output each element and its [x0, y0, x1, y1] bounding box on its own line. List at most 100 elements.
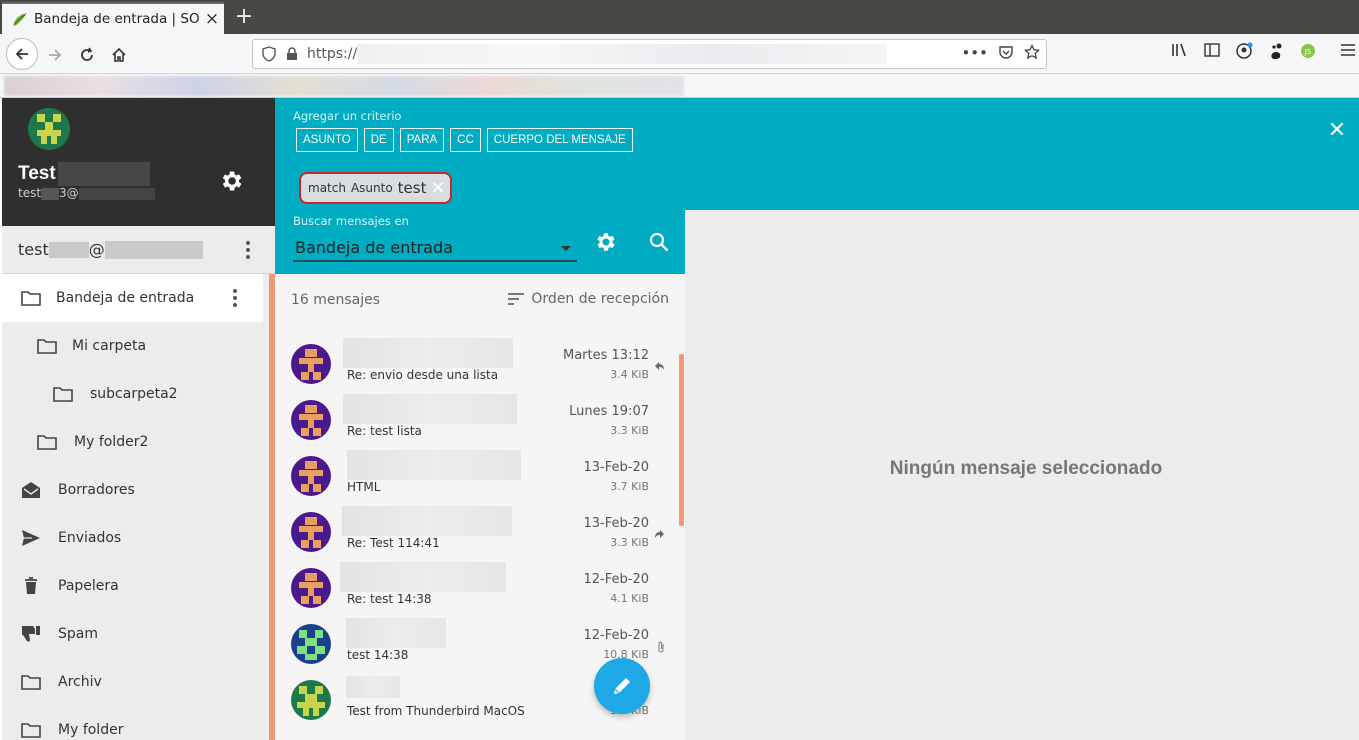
message-count: 16 mensajes [291, 292, 381, 308]
dropdown-caret-icon [561, 246, 571, 251]
browser-nav-bar: https:// ••• JS [0, 34, 1359, 74]
message-size: 3.3 KiB [610, 536, 649, 549]
criterion-body-button[interactable]: CUERPO DEL MENSAJE [486, 128, 633, 152]
sender-redacted [343, 394, 517, 424]
forward-icon [654, 529, 665, 542]
back-arrow-icon [15, 48, 28, 60]
sender-redacted [346, 618, 446, 648]
bookmark-star-icon[interactable] [1024, 44, 1040, 60]
folder-icon [36, 335, 58, 357]
message-subject: test 14:38 [347, 648, 409, 662]
tab-close-icon[interactable]: × [200, 9, 224, 29]
redacted-block [48, 241, 89, 258]
sidebar: Test test 3@ test @ Bandeja de entrada Mi … [2, 98, 275, 740]
avatar [291, 624, 331, 664]
sidebar-item-subcarpeta2[interactable]: subcarpeta2 [2, 370, 263, 418]
drafts-icon [20, 479, 42, 501]
redacted-block [78, 187, 155, 200]
url-bar[interactable]: https:// ••• [252, 39, 1047, 69]
compose-button[interactable] [594, 658, 650, 714]
hamburger-menu-icon[interactable] [1336, 42, 1359, 62]
profile-email-prefix: test [18, 186, 42, 200]
close-search-icon[interactable]: ✕ [1325, 118, 1349, 143]
search-folder-select[interactable]: Bandeja de entrada [293, 234, 577, 262]
table-row[interactable]: Re: Test 114:41 13-Feb-20 3.3 KiB [275, 498, 679, 554]
extension-gnome-icon[interactable] [1264, 42, 1288, 65]
back-button[interactable] [6, 38, 38, 70]
sidebar-toggle-icon[interactable] [1200, 42, 1224, 63]
reload-icon [81, 47, 93, 61]
settings-gear-icon[interactable] [218, 168, 244, 194]
reload-button[interactable] [72, 40, 102, 70]
folder-icon [52, 383, 74, 405]
bookmarks-redacted [4, 76, 684, 96]
sort-icon [508, 293, 525, 305]
url-text: https:// [307, 46, 358, 62]
sidebar-item-inbox[interactable]: Bandeja de entrada [2, 274, 263, 322]
pocket-icon[interactable] [998, 44, 1014, 60]
sidebar-item-borradores[interactable]: Borradores [2, 466, 263, 514]
sidebar-item-label: Enviados [58, 530, 122, 546]
library-icon[interactable] [1168, 42, 1192, 63]
message-subject: Test from Thunderbird MacOS [347, 704, 525, 718]
search-in-label: Buscar mensajes en [293, 214, 409, 228]
account-at: @ [88, 240, 105, 259]
table-row[interactable]: Re: test 14:38 12-Feb-20 4.1 KiB [275, 554, 679, 610]
sidebar-item-enviados[interactable]: Enviados [2, 514, 263, 562]
attachment-icon [657, 641, 665, 656]
home-button[interactable] [104, 40, 134, 70]
table-row[interactable]: Re: test lista Lunes 19:07 3.3 KiB [275, 386, 679, 442]
sidebar-item-my-folder2[interactable]: My folder2 [2, 418, 263, 466]
chip-value: test [397, 179, 427, 197]
message-subject: HTML [347, 480, 381, 494]
folder-menu-icon[interactable] [225, 286, 245, 310]
page-actions-icon[interactable]: ••• [961, 44, 988, 62]
chip-remove-icon[interactable]: ✕ [430, 178, 445, 199]
svg-text:JS: JS [1304, 48, 1312, 56]
forward-arrow-icon [49, 49, 62, 61]
table-row[interactable]: Re: envio desde una lista Martes 13:12 3… [275, 330, 679, 386]
search-folder-value: Bandeja de entrada [295, 238, 453, 257]
message-size: 3.7 KiB [610, 480, 649, 493]
sidebar-item-mi-carpeta[interactable]: Mi carpeta [2, 322, 263, 370]
account-prefix: test [18, 240, 49, 259]
message-date: 13-Feb-20 [583, 516, 649, 531]
message-list-scrollbar[interactable] [679, 354, 684, 526]
sidebar-item-spam[interactable]: Spam [2, 610, 263, 658]
search-options-gear-icon[interactable] [593, 230, 617, 254]
sidebar-item-label: Spam [58, 626, 98, 642]
folder-icon [36, 431, 58, 453]
chip-match: match [308, 181, 346, 195]
criteria-buttons: ASUNTO DE PARA CC CUERPO DEL MENSAJE [296, 128, 633, 152]
extension-js-icon[interactable]: JS [1296, 42, 1320, 65]
search-icon[interactable] [647, 230, 671, 254]
account-row[interactable]: test @ [2, 226, 275, 274]
sort-button[interactable]: Orden de recepción [507, 291, 669, 307]
sidebar-item-my-folder[interactable]: My folder [2, 706, 263, 740]
sender-redacted [347, 450, 521, 480]
browser-tab[interactable]: Bandeja de entrada | SO × [2, 2, 224, 34]
table-row[interactable]: HTML 13-Feb-20 3.7 KiB [275, 442, 679, 498]
search-criterion-chip[interactable]: match Asunto test ✕ [299, 172, 452, 204]
sidebar-item-papelera[interactable]: Papelera [2, 562, 263, 610]
mail-app: Test test 3@ test @ Bandeja de entrada Mi … [0, 98, 1359, 740]
message-size: 4.1 KiB [610, 592, 649, 605]
lock-icon [287, 47, 297, 60]
criterion-from-button[interactable]: DE [363, 128, 394, 152]
sidebar-item-archiv[interactable]: Archiv [2, 658, 263, 706]
url-redacted [357, 44, 887, 64]
folder-icon [20, 671, 42, 693]
criterion-to-button[interactable]: PARA [399, 128, 445, 152]
new-tab-button[interactable]: + [232, 4, 256, 29]
forward-button[interactable] [40, 40, 70, 70]
send-icon [20, 527, 42, 549]
sender-redacted [342, 506, 512, 536]
account-icon[interactable] [1232, 42, 1256, 65]
tab-title: Bandeja de entrada | SO [34, 11, 200, 27]
shield-icon[interactable] [261, 46, 277, 62]
criterion-cc-button[interactable]: CC [450, 128, 481, 152]
criterion-subject-button[interactable]: ASUNTO [296, 128, 358, 152]
avatar[interactable] [28, 108, 70, 150]
account-menu-icon[interactable] [238, 238, 258, 262]
profile-name: Test [18, 162, 150, 186]
